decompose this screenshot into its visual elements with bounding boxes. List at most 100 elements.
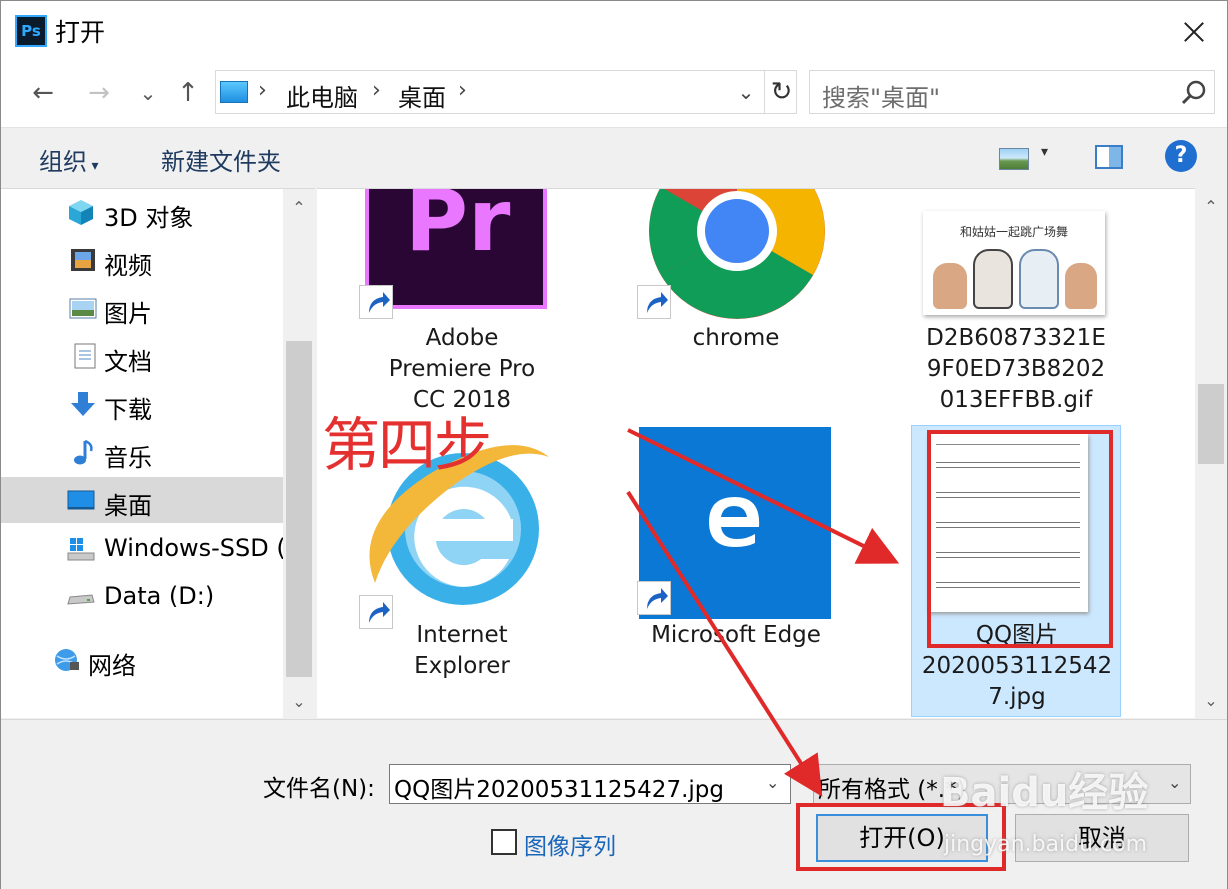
preview-pane-button[interactable] bbox=[1095, 145, 1123, 169]
sidebar-item-label: 下载 bbox=[104, 396, 152, 424]
scroll-down-arrow-icon[interactable]: ⌄ bbox=[1195, 686, 1227, 716]
bottom-panel: 文件名(N): QQ图片20200531125427.jpg ⌄ 所有格式 (*… bbox=[1, 719, 1227, 889]
chrome-icon bbox=[649, 189, 825, 319]
shortcut-arrow-icon bbox=[637, 285, 671, 319]
open-button[interactable]: 打开(O) bbox=[816, 814, 988, 862]
help-button[interactable]: ? bbox=[1165, 140, 1197, 172]
drive-icon bbox=[67, 594, 95, 605]
photoshop-app-icon: Ps bbox=[15, 15, 47, 47]
videos-icon bbox=[71, 249, 95, 271]
image-sequence-checkbox[interactable] bbox=[491, 829, 517, 855]
downloads-icon bbox=[71, 392, 95, 416]
breadcrumb-desktop[interactable]: 桌面 bbox=[398, 78, 446, 113]
change-view-icon[interactable] bbox=[999, 148, 1029, 170]
breadcrumb-this-pc[interactable]: 此电脑 bbox=[286, 78, 358, 113]
chevron-right-icon: › bbox=[258, 78, 267, 103]
image-sequence-label[interactable]: 图像序列 bbox=[524, 827, 616, 861]
navigation-bar: ← → ⌄ ↑ › 此电脑 › 桌面 › ⌄ ↻ 搜索"桌面" bbox=[1, 61, 1227, 127]
scroll-up-arrow-icon[interactable]: ⌃ bbox=[1195, 192, 1227, 222]
address-bar[interactable]: › 此电脑 › 桌面 › ⌄ ↻ bbox=[215, 70, 797, 114]
sidebar-item-data-drive[interactable]: Data (D:) bbox=[1, 573, 283, 619]
scrollbar-thumb[interactable] bbox=[1198, 384, 1224, 464]
file-item-internet-explorer[interactable]: Internet Explorer bbox=[357, 425, 567, 695]
chevron-down-icon[interactable]: ⌄ bbox=[766, 773, 779, 792]
up-button[interactable]: ↑ bbox=[171, 75, 205, 111]
file-name: chrome bbox=[692, 325, 780, 351]
back-button[interactable]: ← bbox=[23, 75, 63, 111]
sidebar-item-pictures[interactable]: 图片 bbox=[1, 285, 283, 331]
documents-icon bbox=[74, 343, 96, 369]
file-item-gif[interactable]: 和姑姑一起跳广场舞 D2B60873321E 9F0ED73B8202 013EFF… bbox=[911, 189, 1121, 417]
sidebar-item-label: Data (D:) bbox=[104, 582, 215, 610]
file-list: Pr Adobe Premiere Pro CC 2018 chrome 和姑姑… bbox=[317, 188, 1195, 718]
sidebar-item-label: 音乐 bbox=[104, 444, 152, 472]
refresh-button[interactable]: ↻ bbox=[764, 71, 798, 113]
file-type-select[interactable]: 所有格式 (*.*) ⌄ bbox=[813, 764, 1191, 804]
new-folder-button[interactable]: 新建文件夹 bbox=[161, 142, 281, 177]
sidebar-item-network[interactable]: 网络 bbox=[1, 637, 283, 683]
recent-locations-button[interactable]: ⌄ bbox=[135, 75, 161, 111]
scroll-down-arrow-icon[interactable]: ⌄ bbox=[283, 687, 315, 717]
shortcut-arrow-icon bbox=[637, 581, 671, 615]
sidebar-item-label: 3D 对象 bbox=[104, 204, 194, 232]
search-box[interactable]: 搜索"桌面" bbox=[809, 70, 1215, 114]
file-list-scrollbar[interactable]: ⌃ ⌄ bbox=[1195, 188, 1227, 718]
forward-button[interactable]: → bbox=[79, 75, 119, 111]
shortcut-arrow-icon bbox=[359, 285, 393, 319]
chevron-right-icon: › bbox=[372, 78, 381, 103]
view-options-dropdown[interactable]: ▾ bbox=[1041, 144, 1048, 160]
chevron-right-icon: › bbox=[458, 78, 467, 103]
file-name: D2B60873321E 9F0ED73B8202 013EFFBB.gif bbox=[926, 325, 1106, 413]
music-icon bbox=[74, 439, 93, 465]
sheet-music-thumbnail bbox=[928, 434, 1088, 612]
this-pc-icon bbox=[220, 81, 248, 103]
dialog-title: 打开 bbox=[55, 18, 106, 47]
address-dropdown-button[interactable]: ⌄ bbox=[728, 76, 764, 108]
scroll-up-arrow-icon[interactable]: ⌃ bbox=[283, 193, 315, 223]
sidebar-item-label: 文档 bbox=[104, 348, 152, 376]
sidebar-item-label: 视频 bbox=[104, 252, 152, 280]
sidebar-item-windows-ssd[interactable]: Windows-SSD ( bbox=[1, 525, 286, 571]
file-name: Adobe Premiere Pro CC 2018 bbox=[388, 325, 536, 413]
navigation-pane: 3D 对象 视频 图片 文档 下载 音乐 桌面 Windows-SSD (Da… bbox=[1, 188, 315, 719]
sidebar-item-music[interactable]: 音乐 bbox=[1, 429, 283, 475]
sidebar-item-label: 图片 bbox=[104, 300, 152, 328]
file-item-premiere-pro[interactable]: Pr Adobe Premiere Pro CC 2018 bbox=[357, 189, 567, 417]
command-bar: 组织 ▾ 新建文件夹 ▾ ? bbox=[1, 127, 1227, 187]
network-icon bbox=[55, 649, 79, 671]
3d-objects-icon bbox=[69, 200, 93, 225]
gif-thumbnail: 和姑姑一起跳广场舞 bbox=[923, 211, 1105, 315]
file-type-value: 所有格式 (*.*) bbox=[818, 777, 966, 803]
sidebar-item-desktop[interactable]: 桌面 bbox=[1, 477, 283, 523]
pictures-icon bbox=[69, 298, 97, 319]
search-icon bbox=[1181, 80, 1206, 105]
file-name: Internet Explorer bbox=[414, 622, 510, 679]
desktop-icon bbox=[67, 490, 95, 510]
organize-menu[interactable]: 组织 ▾ bbox=[39, 142, 98, 177]
file-item-chrome[interactable]: chrome bbox=[631, 189, 841, 417]
cancel-button[interactable]: 取消 bbox=[1015, 814, 1189, 862]
internet-explorer-icon bbox=[369, 445, 549, 605]
title-bar: Ps 打开 bbox=[1, 1, 1227, 61]
file-name: Microsoft Edge bbox=[651, 622, 821, 648]
sidebar-item-downloads[interactable]: 下载 bbox=[1, 381, 283, 427]
open-file-dialog: Ps 打开 ← → ⌄ ↑ › 此电脑 › 桌面 › ⌄ ↻ 搜索"桌面" 组织… bbox=[0, 0, 1228, 889]
scrollbar-thumb[interactable] bbox=[286, 341, 312, 677]
file-name: QQ图片 2020053112542 7.jpg bbox=[921, 622, 1113, 710]
navigation-pane-scrollbar[interactable]: ⌃ ⌄ bbox=[283, 189, 315, 719]
sidebar-item-documents[interactable]: 文档 bbox=[1, 333, 283, 379]
windows-drive-icon bbox=[67, 538, 95, 561]
filename-value[interactable]: QQ图片20200531125427.jpg bbox=[394, 770, 724, 804]
close-button[interactable] bbox=[1167, 9, 1219, 53]
sidebar-item-label: Windows-SSD ( bbox=[104, 534, 286, 562]
sidebar-item-3d-objects[interactable]: 3D 对象 bbox=[1, 189, 283, 235]
chevron-down-icon[interactable]: ⌄ bbox=[1168, 773, 1181, 792]
filename-field[interactable]: QQ图片20200531125427.jpg ⌄ bbox=[389, 764, 791, 804]
search-input[interactable]: 搜索"桌面" bbox=[822, 78, 940, 113]
filename-label: 文件名(N): bbox=[263, 776, 375, 802]
sidebar-item-label: 桌面 bbox=[104, 492, 152, 520]
sidebar-item-videos[interactable]: 视频 bbox=[1, 237, 283, 283]
file-item-qq-image[interactable]: QQ图片 2020053112542 7.jpg bbox=[911, 425, 1121, 717]
file-item-microsoft-edge[interactable]: Microsoft Edge bbox=[631, 425, 841, 695]
sidebar-item-label: 网络 bbox=[88, 652, 136, 680]
